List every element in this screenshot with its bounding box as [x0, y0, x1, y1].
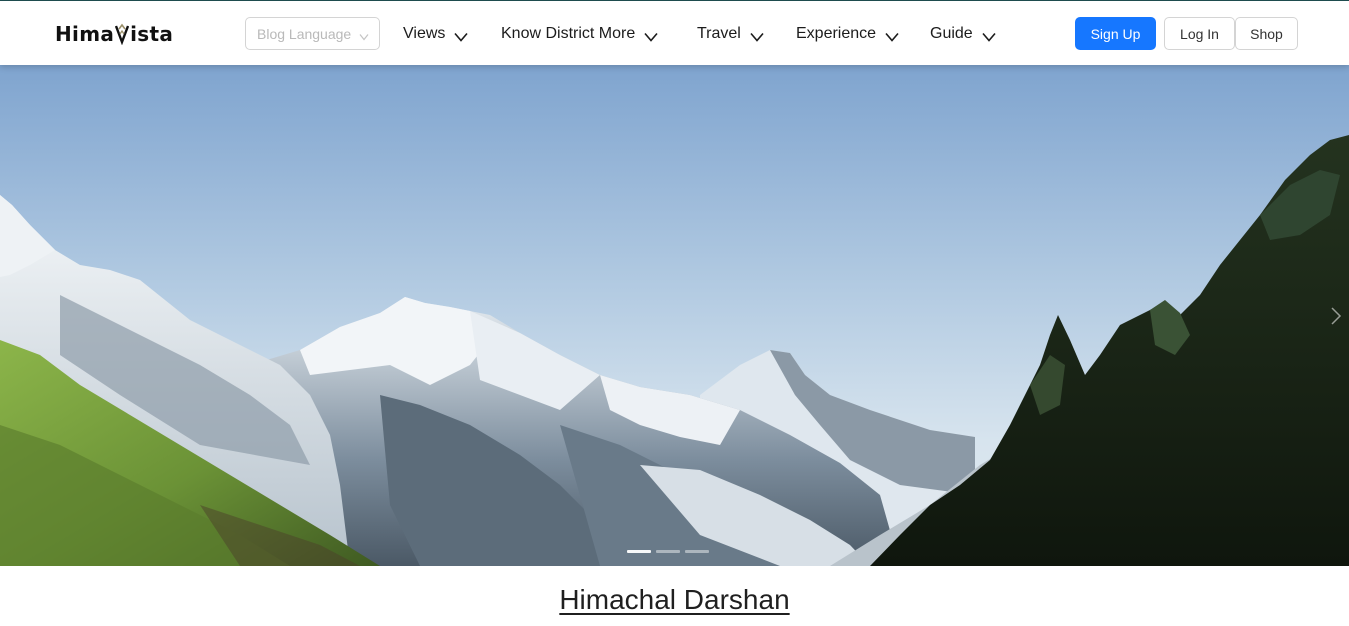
- logo-text-right: ista: [130, 22, 174, 46]
- nav-travel-label: Travel: [697, 25, 741, 42]
- chevron-right-icon[interactable]: [1329, 305, 1343, 327]
- nav-know-district-more[interactable]: Know District More: [501, 23, 658, 45]
- shop-button[interactable]: Shop: [1235, 17, 1298, 50]
- site-logo[interactable]: Hima ista: [55, 19, 173, 49]
- carousel-dot[interactable]: [685, 550, 709, 553]
- chevron-down-icon: [750, 29, 764, 42]
- chevron-down-icon: [454, 29, 468, 42]
- nav-guide-label: Guide: [930, 25, 973, 42]
- carousel-dot[interactable]: [627, 550, 651, 553]
- chevron-down-icon: [359, 29, 369, 41]
- page: Hima ista Blog Language Views Know Distr…: [0, 0, 1349, 626]
- mountain-landscape-image: [0, 65, 1349, 566]
- log-in-button[interactable]: Log In: [1164, 17, 1235, 50]
- nav-experience[interactable]: Experience: [796, 23, 899, 45]
- nav-know-district-more-label: Know District More: [501, 25, 636, 42]
- nav-travel[interactable]: Travel: [697, 23, 764, 45]
- section-title-text[interactable]: Himachal Darshan: [559, 584, 789, 615]
- carousel-dots: [627, 550, 709, 553]
- blog-language-placeholder: Blog Language: [257, 25, 352, 42]
- mountain-v-icon: [115, 23, 130, 46]
- sign-up-button[interactable]: Sign Up: [1075, 17, 1156, 50]
- blog-language-select[interactable]: Blog Language: [245, 17, 380, 50]
- carousel-dot[interactable]: [656, 550, 680, 553]
- nav-experience-label: Experience: [796, 25, 877, 42]
- chevron-down-icon: [885, 29, 899, 42]
- logo-text-left: Hima: [55, 22, 115, 46]
- nav-guide[interactable]: Guide: [930, 23, 996, 45]
- nav-views-label: Views: [403, 25, 446, 42]
- top-navbar: Hima ista Blog Language Views Know Distr…: [0, 1, 1349, 65]
- nav-views[interactable]: Views: [403, 23, 468, 45]
- chevron-down-icon: [644, 29, 658, 42]
- section-title: Himachal Darshan: [0, 584, 1349, 616]
- hero-carousel: [0, 65, 1349, 566]
- chevron-down-icon: [982, 29, 996, 42]
